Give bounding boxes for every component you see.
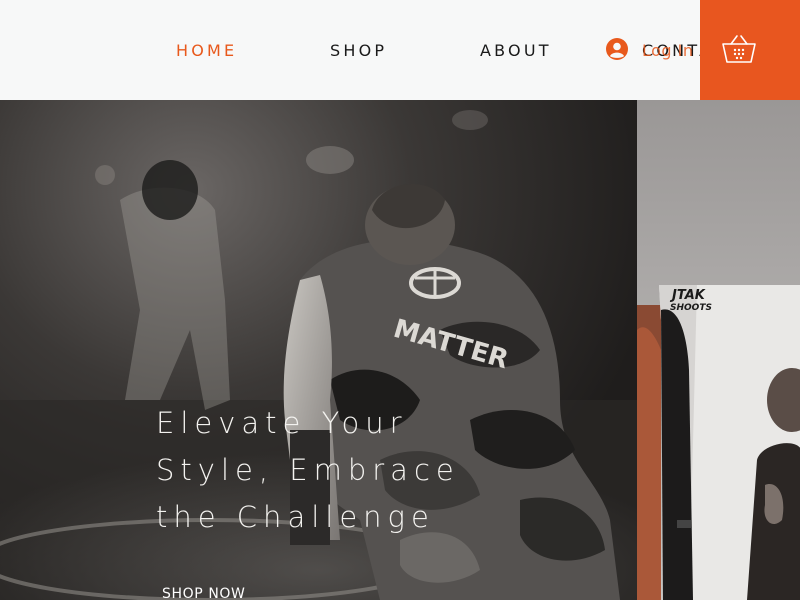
login-label: Log In (642, 41, 694, 60)
hero-image: MATTER Elevate Your Style, Embrace the C… (0, 100, 637, 600)
sticker-line-1: JTAK (672, 288, 705, 303)
sticker-line-2: SHOOTS (670, 303, 712, 313)
site-header: HOME SHOP ABOUT CONTA Log In (0, 0, 800, 100)
side-photo (637, 100, 800, 600)
hero-title: Elevate Your Style, Embrace the Challeng… (156, 400, 516, 541)
hero-title-line-3: the Challenge (156, 500, 435, 534)
nav-about-link[interactable]: ABOUT (480, 42, 552, 60)
cart-button[interactable] (700, 0, 800, 108)
basket-icon (722, 35, 756, 63)
athletes-photo (637, 100, 800, 600)
user-avatar-icon (606, 38, 628, 60)
shop-now-button[interactable]: SHOP NOW (162, 586, 245, 600)
nav-shop-link[interactable]: SHOP (330, 42, 387, 60)
nav-home-link[interactable]: HOME (176, 42, 237, 60)
brand-sticker: JTAK SHOOTS (670, 288, 712, 314)
hero-title-line-1: Elevate Your (156, 406, 408, 440)
login-button[interactable]: Log In (606, 38, 693, 60)
hero-title-line-2: Style, Embrace (156, 453, 460, 487)
